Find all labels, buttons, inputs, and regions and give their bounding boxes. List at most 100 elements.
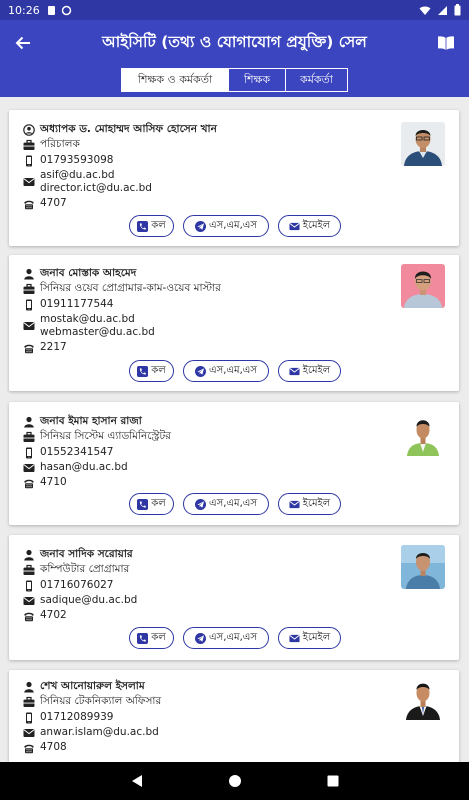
email-row: anwar.islam@du.ac.bd [23,726,159,739]
contact-phone: 01552341547 [40,446,114,458]
fax-phone-icon [23,610,35,622]
fax-phone-icon [23,742,35,754]
extension-row: 4702 [23,609,67,622]
mobile-phone-icon [23,712,35,724]
user-icon [23,549,35,561]
phone-icon [137,499,148,510]
signal-icon [438,5,447,15]
sms-button[interactable]: এস,এম,এস [183,627,269,649]
email-button[interactable]: ইমেইল [278,493,341,515]
page-title: আইসিটি (তথ্য ও যোগাযোগ প্রযুক্তি) সেল [102,32,367,51]
tab-teachers[interactable]: শিক্ষক [228,69,285,91]
sms-button[interactable]: এস,এম,এস [183,215,269,237]
contact-name: শেখ আনোয়ারুল ইসলাম [40,680,145,692]
contact-designation: কম্পিউটার প্রোগ্রামার [40,563,130,575]
contact-photo [401,264,445,308]
mobile-phone-icon [23,580,35,592]
email-button[interactable]: ইমেইল [278,627,341,649]
envelope-icon [289,499,300,510]
designation-row: সিনিয়র টেকনিক্যাল অফিসার [23,695,161,708]
contact-phone: 01712089939 [40,711,114,723]
action-buttons: কল এস,এম,এস ইমেইল [129,360,341,382]
send-icon [195,499,206,510]
nav-recents-icon[interactable] [326,774,340,788]
contact-email: webmaster@du.ac.bd [40,326,155,338]
fax-phone-icon [23,342,35,354]
designation-row: সিনিয়র ওয়েব প্রোগ্রামার-কাম-ওয়েব মাস্… [23,282,221,295]
book-button[interactable] [423,20,469,65]
contact-card: শেখ আনোয়ারুল ইসলাম সিনিয়র টেকনিক্যাল অ… [9,670,459,762]
contact-designation: সিনিয়র টেকনিক্যাল অফিসার [40,695,162,707]
battery-icon [454,4,461,16]
nav-home-icon[interactable] [228,774,242,788]
phone-row: 01552341547 [23,446,114,459]
briefcase-icon [23,283,35,295]
user-icon [23,681,35,693]
envelope-icon [289,366,300,377]
email-row: sadique@du.ac.bd [23,594,137,607]
contact-card: অধ্যাপক ড. মোহাম্মদ আসিফ হোসেন খান পরিচা… [9,110,459,246]
contact-name: জনাব সাদিক সরোয়ার [40,548,133,560]
extension-row: 4707 [23,197,67,210]
envelope-icon [289,221,300,232]
tab-teachers-and-officers[interactable]: শিক্ষক ও কর্মকর্তা [122,69,228,91]
contact-phone: 01793593098 [40,154,114,166]
nav-back-icon[interactable] [130,774,144,788]
fax-phone-icon [23,198,35,210]
arrow-left-icon [15,36,30,49]
contact-name-row: অধ্যাপক ড. মোহাম্মদ আসিফ হোসেন খান [23,123,217,136]
phone-row: 01793593098 [23,154,114,167]
call-button[interactable]: কল [129,360,174,382]
user-icon [23,268,35,280]
contact-card: জনাব ইমাম হাসান রাজা সিনিয়র সিস্টেম এ্য… [9,402,459,525]
contact-name: জনাব ইমাম হাসান রাজা [40,415,142,427]
wifi-icon [419,5,431,15]
status-time: 10:26 [8,3,40,17]
send-icon [195,221,206,232]
extension-row: 4708 [23,741,67,754]
mobile-phone-icon [23,299,35,311]
status-bar: 10:26 [0,0,469,20]
system-nav-bar [0,762,469,800]
segmented-tabs: শিক্ষক ও কর্মকর্তা শিক্ষক কর্মকর্তা [121,68,348,92]
contact-name: অধ্যাপক ড. মোহাম্মদ আসিফ হোসেন খান [40,123,217,135]
contact-extension: 4702 [40,609,67,621]
phone-icon [137,366,148,377]
contact-extension: 4708 [40,741,67,753]
send-icon [195,633,206,644]
envelope-icon [23,176,35,188]
envelope-icon [23,595,35,607]
contact-extension: 4710 [40,476,67,488]
call-button[interactable]: কল [129,215,174,237]
phone-row: 01716076027 [23,579,114,592]
call-button[interactable]: কল [129,493,174,515]
tab-officers[interactable]: কর্মকর্তা [285,69,347,91]
contact-extension: 2217 [40,341,67,353]
contact-photo [401,412,445,456]
briefcase-icon [23,431,35,443]
email-row: asif@du.ac.bd director.ict@du.ac.bd [23,169,152,195]
call-button[interactable]: কল [129,627,174,649]
mobile-phone-icon [23,155,35,167]
action-buttons: কল এস,এম,এস ইমেইল [129,215,341,237]
email-button[interactable]: ইমেইল [278,360,341,382]
phone-row: 01712089939 [23,711,114,724]
contact-card: জনাব সাদিক সরোয়ার কম্পিউটার প্রোগ্রামার… [9,535,459,660]
email-button[interactable]: ইমেইল [278,215,341,237]
sms-button[interactable]: এস,এম,এস [183,493,269,515]
contact-name-row: জনাব মোস্তাক আহমেদ [23,267,136,280]
contact-name-row: জনাব ইমাম হাসান রাজা [23,415,142,428]
contact-list[interactable]: অধ্যাপক ড. মোহাম্মদ আসিফ হোসেন খান পরিচা… [0,97,469,762]
back-button[interactable] [0,20,46,65]
action-buttons: কল এস,এম,এস ইমেইল [129,493,341,515]
contact-email: hasan@du.ac.bd [40,461,128,473]
user-icon [23,416,35,428]
sms-button[interactable]: এস,এম,এস [183,360,269,382]
contact-email: asif@du.ac.bd [40,169,115,181]
action-buttons: কল এস,এম,এস ইমেইল [129,627,341,649]
envelope-icon [23,320,35,332]
designation-row: পরিচালক [23,138,80,151]
email-row: hasan@du.ac.bd [23,461,128,474]
send-icon [195,366,206,377]
contact-photo [401,545,445,589]
